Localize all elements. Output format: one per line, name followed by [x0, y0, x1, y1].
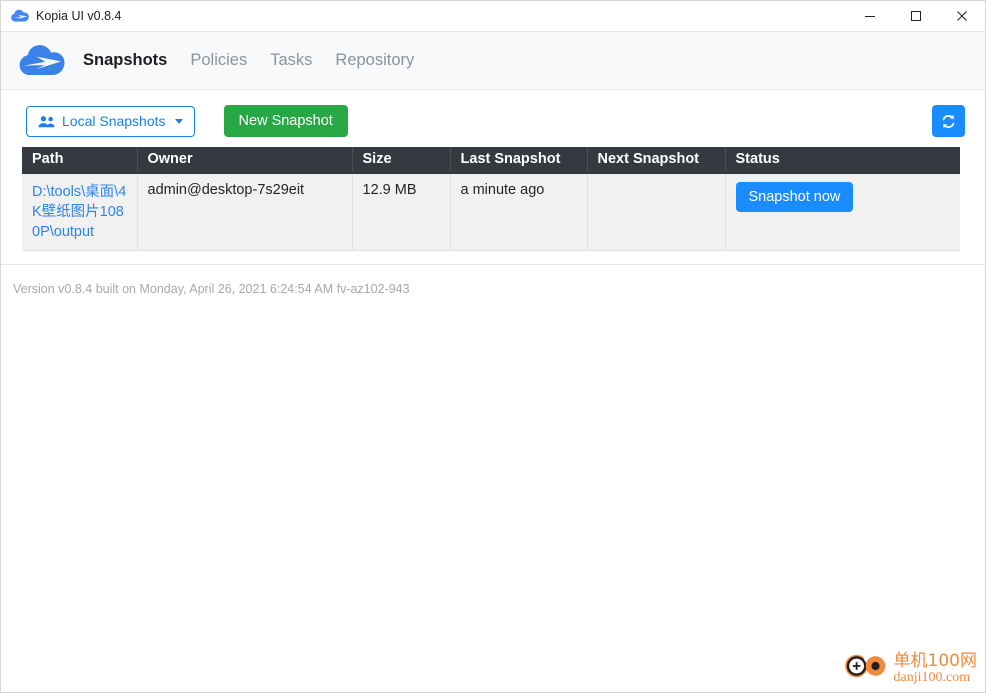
people-icon [38, 115, 55, 128]
version-label: Version v0.8.4 built on Monday, April 26… [13, 282, 410, 296]
column-header-next-snapshot[interactable]: Next Snapshot [587, 147, 726, 174]
watermark-cn-label: 单机100网 [893, 650, 977, 671]
tab-snapshots[interactable]: Snapshots [83, 51, 167, 70]
cell-owner: admin@desktop-7s29eit [137, 173, 353, 251]
refresh-button[interactable] [932, 105, 965, 137]
column-header-status[interactable]: Status [725, 147, 960, 174]
cell-size: 12.9 MB [352, 173, 451, 251]
cell-status: Snapshot now [725, 173, 960, 251]
cell-next-snapshot [587, 173, 726, 251]
column-header-owner[interactable]: Owner [137, 147, 353, 174]
cell-path: D:\tools\桌面\4K壁纸图片1080P\output [22, 173, 138, 251]
watermark-logo-icon [844, 649, 890, 688]
tab-repository[interactable]: Repository [335, 51, 414, 70]
watermark-en-label: danji100.com [893, 669, 971, 685]
footer-divider [1, 264, 985, 265]
chevron-down-icon [174, 118, 183, 124]
table-header: Path Owner Size Last Snapshot Next Snaps… [22, 147, 960, 174]
local-snapshots-dropdown[interactable]: Local Snapshots [26, 105, 195, 137]
local-snapshots-dropdown-label: Local Snapshots [62, 113, 166, 129]
titlebar-left-group: Kopia UI v0.8.4 [1, 9, 847, 23]
snapshot-path-link[interactable]: D:\tools\桌面\4K壁纸图片1080P\output [32, 182, 127, 242]
close-icon[interactable] [939, 1, 985, 32]
cell-last-snapshot: a minute ago [450, 173, 588, 251]
maximize-icon[interactable] [893, 1, 939, 32]
nav-items: Snapshots Policies Tasks Repository [83, 51, 414, 70]
tab-policies[interactable]: Policies [190, 51, 247, 70]
kopia-cloud-logo[interactable] [19, 43, 65, 79]
column-header-size[interactable]: Size [352, 147, 451, 174]
watermark-text: 单机100网 danji100.com [893, 650, 977, 685]
snapshots-toolbar: Local Snapshots New Snapshot [1, 90, 985, 138]
kopia-ui-window: Kopia UI v0.8.4 Snapshots Policies Tasks… [0, 0, 986, 693]
kopia-cloud-icon [11, 9, 29, 23]
column-header-path[interactable]: Path [22, 147, 138, 174]
refresh-icon [940, 113, 957, 130]
table-body: D:\tools\桌面\4K壁纸图片1080P\output admin@des… [22, 173, 960, 251]
snapshot-now-button[interactable]: Snapshot now [735, 182, 854, 212]
snapshots-table: Path Owner Size Last Snapshot Next Snaps… [22, 147, 960, 251]
minimize-icon[interactable] [847, 1, 893, 32]
window-controls [847, 1, 985, 32]
new-snapshot-button[interactable]: New Snapshot [223, 105, 348, 137]
tab-tasks[interactable]: Tasks [270, 51, 312, 70]
watermark: 单机100网 danji100.com [844, 649, 977, 688]
snapshots-table-container: Path Owner Size Last Snapshot Next Snaps… [1, 147, 985, 251]
window-titlebar: Kopia UI v0.8.4 [1, 1, 985, 32]
table-row: D:\tools\桌面\4K壁纸图片1080P\output admin@des… [22, 173, 960, 251]
window-title: Kopia UI v0.8.4 [36, 9, 122, 23]
column-header-last-snapshot[interactable]: Last Snapshot [450, 147, 588, 174]
table-header-row: Path Owner Size Last Snapshot Next Snaps… [22, 147, 960, 174]
main-navbar: Snapshots Policies Tasks Repository [1, 32, 985, 90]
